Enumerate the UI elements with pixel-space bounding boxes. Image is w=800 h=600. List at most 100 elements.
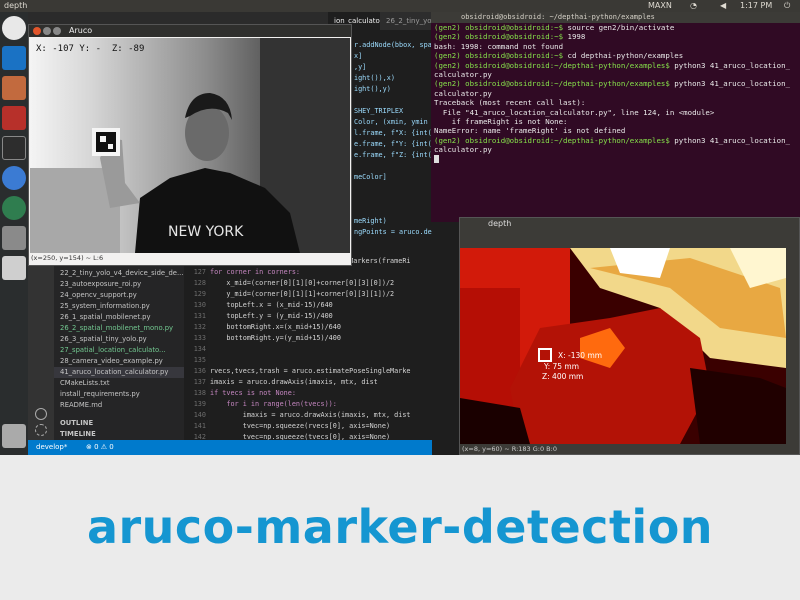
explorer-file-item[interactable]: CMakeLists.txt <box>60 378 110 389</box>
terminal-line: Traceback (most recent call last): <box>431 98 800 107</box>
depth-window[interactable]: depth X: -130 mm Y: 75 mm Z: 400 mm (x=8… <box>459 217 800 455</box>
wifi-icon[interactable]: ◔ <box>690 0 697 12</box>
line-number: 134 <box>193 345 206 353</box>
explorer-file-item[interactable]: 26_3_spatial_tiny_yolo.py <box>60 334 147 345</box>
terminal-text: calculator.py <box>434 88 492 98</box>
caption-banner: aruco-marker-detection <box>0 455 800 600</box>
line-number: 138 <box>193 389 206 397</box>
status-bar: develop* ⊗ 0 ⚠ 0 <box>28 440 432 455</box>
account-icon[interactable] <box>35 408 47 420</box>
code-line-upper: Color, (xmin, ymin <box>354 118 428 126</box>
globe-icon[interactable] <box>2 196 26 220</box>
terminal-line: (gen2) obsidroid@obsidroid:~/depthai-pyt… <box>431 136 800 145</box>
terminal-line: calculator.py <box>431 70 800 79</box>
tray-indicator[interactable]: MAXN <box>648 0 672 12</box>
code-line: for corner in corners: <box>210 268 301 276</box>
terminal-line: (gen2) obsidroid@obsidroid:~$ cd depthai… <box>431 51 800 60</box>
camera-image: NEW YORK <box>30 38 350 253</box>
code-line-upper: e.frame, f"Z: {int(depth <box>354 151 432 159</box>
problems-indicator[interactable]: ⊗ 0 ⚠ 0 <box>86 440 114 455</box>
terminal-titlebar[interactable]: obsidroid@obsidroid: ~/depthai-python/ex… <box>431 12 800 23</box>
code-line: imaxis = aruco.drawAxis(imaxis, mtx, dis… <box>210 411 411 419</box>
line-number: 130 <box>193 301 206 309</box>
aruco-title: Aruco <box>69 26 93 35</box>
explorer-section-1[interactable]: TIMELINE <box>60 429 96 440</box>
code-line-upper: meColor] <box>354 173 387 181</box>
explorer-file-item[interactable]: 26_1_spatial_mobilenet.py <box>60 312 151 323</box>
line-number: 131 <box>193 312 206 320</box>
depth-label-z: Z: 400 mm <box>542 372 584 381</box>
terminal-prompt: (gen2) obsidroid@obsidroid:~/depthai-pyt… <box>434 79 670 89</box>
caption-title: aruco-marker-detection <box>86 500 714 554</box>
active-window-title: depth <box>4 1 28 10</box>
close-icon[interactable] <box>33 27 41 35</box>
launcher <box>0 12 28 455</box>
terminal-line: calculator.py <box>431 145 800 154</box>
marker-box <box>538 348 552 362</box>
line-number: 141 <box>193 422 206 430</box>
code-line: tvec=np.squeeze(tvecs[0], axis=None) <box>210 433 391 440</box>
depth-heatmap <box>460 248 786 444</box>
terminal-text: python3 41_aruco_location_ <box>669 135 790 145</box>
terminal-text: File "41_aruco_location_calculator.py", … <box>434 107 715 117</box>
terminal-text: cd depthai-python/examples <box>563 51 684 61</box>
clock[interactable]: 1:17 PM <box>740 0 772 12</box>
aruco-window[interactable]: Aruco NEW YORK X: -107 Y: - Z: -89 (x=25… <box>28 24 352 266</box>
terminal-line: (gen2) obsidroid@obsidroid:~/depthai-pyt… <box>431 79 800 88</box>
terminal-text: 1998 <box>563 32 586 42</box>
browser-icon[interactable] <box>2 166 26 190</box>
terminal-text: bash: 1998: command not found <box>434 41 564 51</box>
line-number: 133 <box>193 334 206 342</box>
trash-icon[interactable] <box>2 424 26 448</box>
vscode-icon[interactable] <box>2 46 26 70</box>
ubuntu-dash-icon[interactable] <box>2 16 26 40</box>
aruco-titlebar[interactable]: Aruco <box>29 25 351 37</box>
explorer-file-item[interactable]: 25_system_information.py <box>60 301 150 312</box>
explorer-file-item[interactable]: 22_2_tiny_yolo_v4_device_side_de... <box>60 268 183 279</box>
explorer-file-item[interactable]: README.md <box>60 400 102 411</box>
depth-label-x: X: -130 mm <box>558 351 603 360</box>
explorer-file-item[interactable]: 26_2_spatial_mobilenet_mono.py <box>60 323 173 334</box>
branch-indicator[interactable]: develop* <box>36 440 67 455</box>
code-line: x_mid=(corner[0][1][0]+corner[0][3][0])/… <box>210 279 395 287</box>
code-line-upper: e.frame, f"Y: {int(depth <box>354 140 432 148</box>
code-line-upper: ight(),y) <box>354 85 391 93</box>
depth-label-y: Y: 75 mm <box>544 362 580 371</box>
explorer-file-item[interactable]: 24_opencv_support.py <box>60 290 137 301</box>
terminal-line: (gen2) obsidroid@obsidroid:~/depthai-pyt… <box>431 61 800 70</box>
terminal-window[interactable]: obsidroid@obsidroid: ~/depthai-python/ex… <box>431 12 800 222</box>
code-line: bottomRight.y=(y_mid+15)/400 <box>210 334 341 342</box>
code-line-upper: SHEY_TRIPLEX <box>354 107 404 115</box>
explorer-section-0[interactable]: OUTLINE <box>60 418 93 429</box>
gear-icon[interactable] <box>35 424 47 436</box>
terminal-prompt: (gen2) obsidroid@obsidroid:~$ <box>434 32 564 42</box>
code-line: for i in range(len(tvecs)): <box>210 400 337 408</box>
explorer-file-item[interactable]: 28_camera_video_example.py <box>60 356 163 367</box>
terminal-text: if frameRight is not None: <box>434 117 568 127</box>
terminal-prompt: (gen2) obsidroid@obsidroid:~/depthai-pyt… <box>434 135 670 145</box>
drive-icon[interactable] <box>2 256 26 280</box>
terminal-text: Traceback (most recent call last): <box>434 98 586 108</box>
explorer-file-item[interactable]: install_requirements.py <box>60 389 140 400</box>
code-line-upper: r.addNode(bbox, spatialLocator=depthFram… <box>354 41 432 49</box>
depth-titlebar[interactable]: depth <box>460 218 799 230</box>
code-line-upper: ,y] <box>354 63 367 71</box>
help-icon[interactable] <box>2 226 26 250</box>
line-number: 136 <box>193 367 206 375</box>
top-panel: depth MAXN ◔ ◀ 1:17 PM ⏻ <box>0 0 800 12</box>
line-number: 139 <box>193 400 206 408</box>
files-icon[interactable] <box>2 76 26 100</box>
minimize-icon[interactable] <box>43 27 51 35</box>
line-number: 127 <box>193 268 206 276</box>
tab-file-2[interactable]: 26_2_tiny_yolo... <box>380 12 432 30</box>
settings-icon[interactable] <box>2 106 26 130</box>
volume-icon[interactable]: ◀ <box>720 0 726 12</box>
aruco-status: (x=250, y=154) ~ L:6 <box>31 254 104 262</box>
terminal-icon[interactable] <box>2 136 26 160</box>
power-icon[interactable]: ⏻ <box>784 0 790 12</box>
explorer-file-item[interactable]: 23_autoexposure_roi.py <box>60 279 141 290</box>
explorer-file-item[interactable]: 27_spatial_location_calculato... <box>60 345 166 356</box>
terminal-line: (gen2) obsidroid@obsidroid:~$ 1998 <box>431 32 800 41</box>
explorer-file-item[interactable]: 41_aruco_location_calculator.py <box>54 367 184 378</box>
maximize-icon[interactable] <box>53 27 61 35</box>
